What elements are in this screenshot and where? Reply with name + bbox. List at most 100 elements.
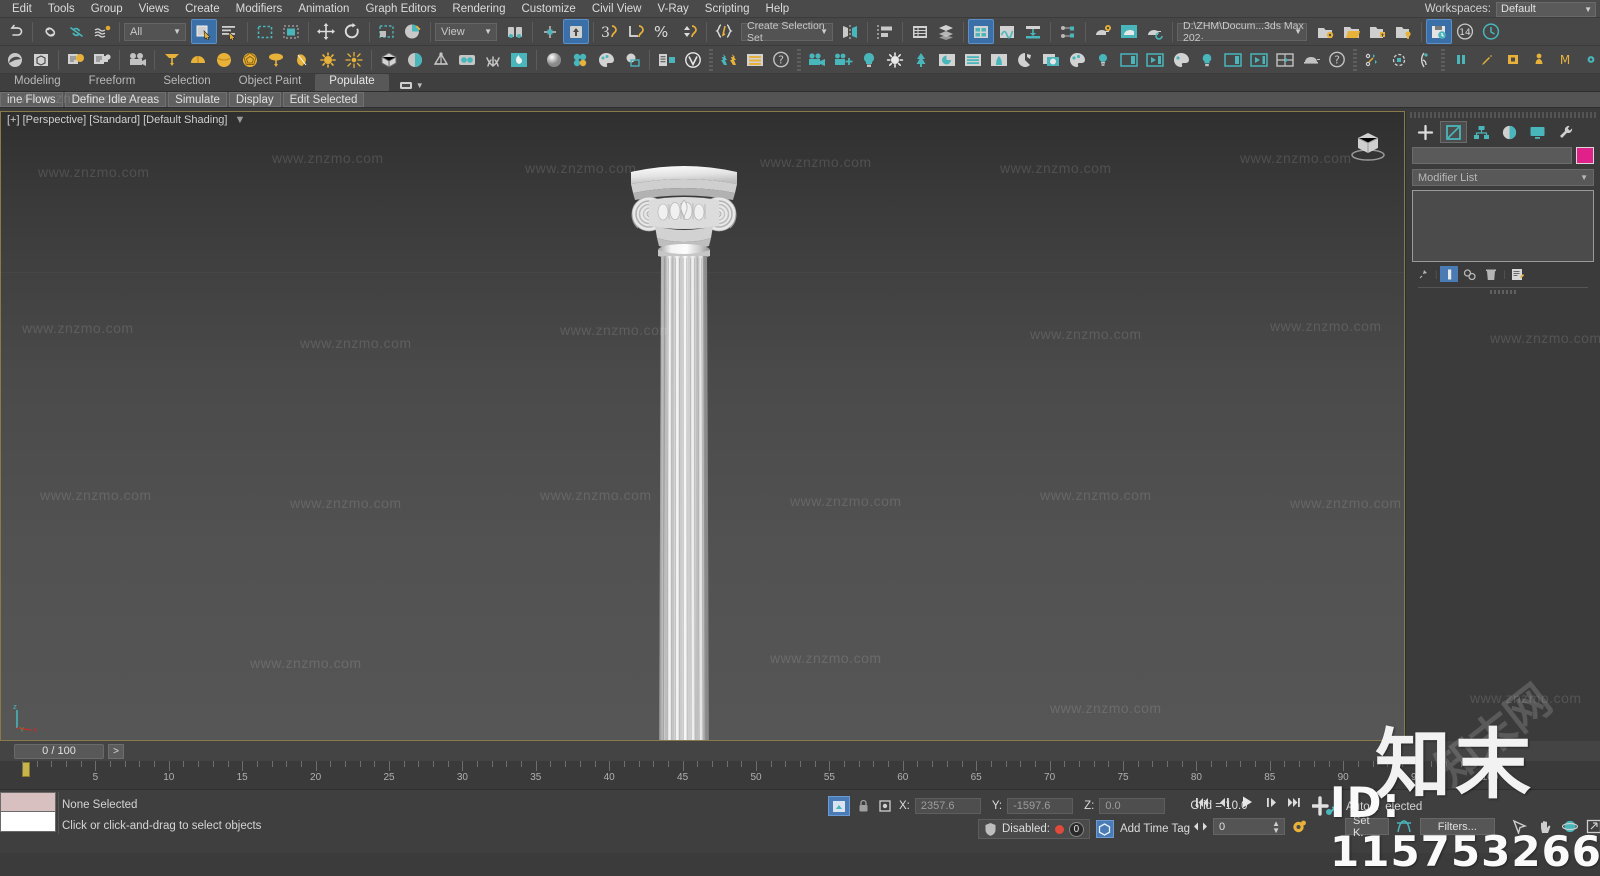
material-sphere-icon[interactable] xyxy=(541,47,567,72)
motion-tab[interactable] xyxy=(1496,121,1523,143)
vray-help-icon[interactable]: ? xyxy=(1324,47,1350,72)
mini-listener[interactable] xyxy=(0,792,56,832)
modifier-list-dropdown[interactable]: Modifier List ▼ xyxy=(1412,169,1594,186)
next-frame-icon[interactable] xyxy=(1261,794,1280,810)
save-file-icon[interactable] xyxy=(1426,19,1452,44)
utilities-tab[interactable] xyxy=(1552,121,1579,143)
command-panel-rollout-grip[interactable] xyxy=(1490,290,1516,294)
menu-item-graph-editors[interactable]: Graph Editors xyxy=(357,0,444,18)
sphere-primitive-icon[interactable] xyxy=(211,47,237,72)
x-coordinate-field[interactable]: 2357.6 xyxy=(914,798,981,814)
ribbon-button-simulate[interactable]: Simulate xyxy=(168,92,227,107)
settings-gear-icon[interactable] xyxy=(1578,47,1600,72)
modify-tab[interactable] xyxy=(1440,121,1467,143)
schematic-view-icon[interactable] xyxy=(1020,19,1046,44)
sunlight-system-icon[interactable] xyxy=(341,47,367,72)
select-object-icon[interactable] xyxy=(191,19,217,44)
menu-item-scripting[interactable]: Scripting xyxy=(697,0,758,18)
toolbar-drag-handle[interactable] xyxy=(709,48,713,71)
ribbon-button-define-idle-areas[interactable]: Define Idle Areas xyxy=(64,92,167,107)
ribbon-button-display[interactable]: Display xyxy=(228,92,281,107)
select-by-name-icon[interactable] xyxy=(217,19,243,44)
vray-camera-icon[interactable] xyxy=(804,47,830,72)
menu-item-create[interactable]: Create xyxy=(177,0,228,18)
material-palette-icon[interactable] xyxy=(593,47,619,72)
compact-material-editor-icon[interactable] xyxy=(567,47,593,72)
viewport-label-point[interactable]: [+] xyxy=(7,114,20,126)
free-light-icon[interactable] xyxy=(289,47,315,72)
toggle-layer-explorer-icon[interactable] xyxy=(933,19,959,44)
forest-pack-icon[interactable] xyxy=(716,47,742,72)
mushroom-light-icon[interactable] xyxy=(263,47,289,72)
menu-item-customize[interactable]: Customize xyxy=(513,0,583,18)
set-key-button[interactable]: Set K. xyxy=(1345,815,1389,839)
selection-filter-dropdown[interactable]: All ▼ xyxy=(124,22,186,41)
select-and-rotate-icon[interactable] xyxy=(339,19,365,44)
perspective-viewport[interactable]: [+] [Perspective] [Standard] [Default Sh… xyxy=(0,111,1405,741)
scatter-objects-icon[interactable] xyxy=(1360,47,1386,72)
vray-frame-buffer-icon[interactable] xyxy=(654,47,680,72)
modifier-stack[interactable] xyxy=(1412,190,1594,262)
time-configuration-icon[interactable] xyxy=(1289,820,1307,834)
align-icon[interactable] xyxy=(872,19,898,44)
vray-light-lister-icon[interactable] xyxy=(1090,47,1116,72)
absolute-relative-toggle-icon[interactable] xyxy=(876,799,894,813)
manage-links-icon[interactable] xyxy=(1365,19,1391,44)
vray-frame-panel-icon[interactable] xyxy=(1220,47,1246,72)
hemisphere-icon[interactable] xyxy=(402,47,428,72)
rectangular-selection-region-icon[interactable] xyxy=(252,19,278,44)
toggle-scene-explorer-icon[interactable] xyxy=(907,19,933,44)
command-panel-grip[interactable] xyxy=(1410,112,1596,118)
autobackup-counter-icon[interactable]: 14 xyxy=(1452,19,1478,44)
play-animation-icon[interactable] xyxy=(1238,794,1257,810)
ribbon-tab-freeform[interactable]: Freeform xyxy=(75,73,150,91)
key-mode-toggle-icon[interactable] xyxy=(1192,821,1209,832)
vray-quad-view-icon[interactable] xyxy=(1272,47,1298,72)
window-crossing-icon[interactable] xyxy=(278,19,304,44)
vray-bulb-small-icon[interactable] xyxy=(1194,47,1220,72)
viewport-label[interactable]: [+] [Perspective] [Standard] [Default Sh… xyxy=(7,114,245,126)
vray-sun-icon[interactable] xyxy=(882,47,908,72)
select-and-move-icon[interactable] xyxy=(313,19,339,44)
viewport-label-view[interactable]: [Perspective] xyxy=(23,114,87,126)
render-setup-icon[interactable] xyxy=(1090,19,1116,44)
menu-item-modifiers[interactable]: Modifiers xyxy=(228,0,291,18)
curve-editor-icon[interactable] xyxy=(994,19,1020,44)
use-selection-center-icon[interactable] xyxy=(537,19,563,44)
show-end-result-icon[interactable] xyxy=(1440,266,1459,282)
object-name-input[interactable] xyxy=(1412,147,1572,164)
vray-play-panel-icon[interactable] xyxy=(1246,47,1272,72)
menu-item-vray[interactable]: V-Ray xyxy=(649,0,696,18)
reference-coordinate-dropdown[interactable]: View ▼ xyxy=(435,22,497,41)
vray-list-icon[interactable] xyxy=(960,47,986,72)
fire-effect-icon[interactable] xyxy=(506,47,532,72)
particle-view-icon[interactable] xyxy=(1055,19,1081,44)
vr-lens-icon[interactable] xyxy=(454,47,480,72)
menu-item-tools[interactable]: Tools xyxy=(40,0,83,18)
menu-item-edit[interactable]: Edit xyxy=(4,0,40,18)
ionic-column-model[interactable] xyxy=(619,140,749,740)
make-unique-icon[interactable] xyxy=(1461,266,1479,282)
named-selection-sets-dropdown[interactable]: Create Selection Set ▼ xyxy=(741,20,833,44)
menu-item-group[interactable]: Group xyxy=(83,0,131,18)
viewport-label-standard[interactable]: [Standard] xyxy=(89,114,140,126)
delete-modifier-icon[interactable] xyxy=(1482,266,1500,282)
vray-light-bulb-icon[interactable] xyxy=(856,47,882,72)
display-tab[interactable] xyxy=(1524,121,1551,143)
material-map-browser-icon[interactable] xyxy=(619,47,645,72)
create-tab[interactable] xyxy=(1412,121,1439,143)
flow-tool-icon[interactable] xyxy=(1412,47,1438,72)
render-production-icon[interactable] xyxy=(1142,19,1168,44)
select-and-link-icon[interactable] xyxy=(37,19,63,44)
grass-icon[interactable] xyxy=(480,47,506,72)
menu-item-civil-view[interactable]: Civil View xyxy=(584,0,650,18)
sun-light-icon[interactable] xyxy=(315,47,341,72)
pyramid-helper-icon[interactable] xyxy=(428,47,454,72)
go-to-start-icon[interactable] xyxy=(1192,794,1211,810)
stop-square-icon[interactable] xyxy=(1500,47,1526,72)
vray-camera-add-icon[interactable] xyxy=(830,47,856,72)
filter-funnel-icon[interactable]: ▼ xyxy=(235,114,246,126)
geosphere-icon[interactable] xyxy=(237,47,263,72)
key-filters-icon[interactable] xyxy=(1395,819,1414,834)
select-and-scale-icon[interactable] xyxy=(374,19,400,44)
